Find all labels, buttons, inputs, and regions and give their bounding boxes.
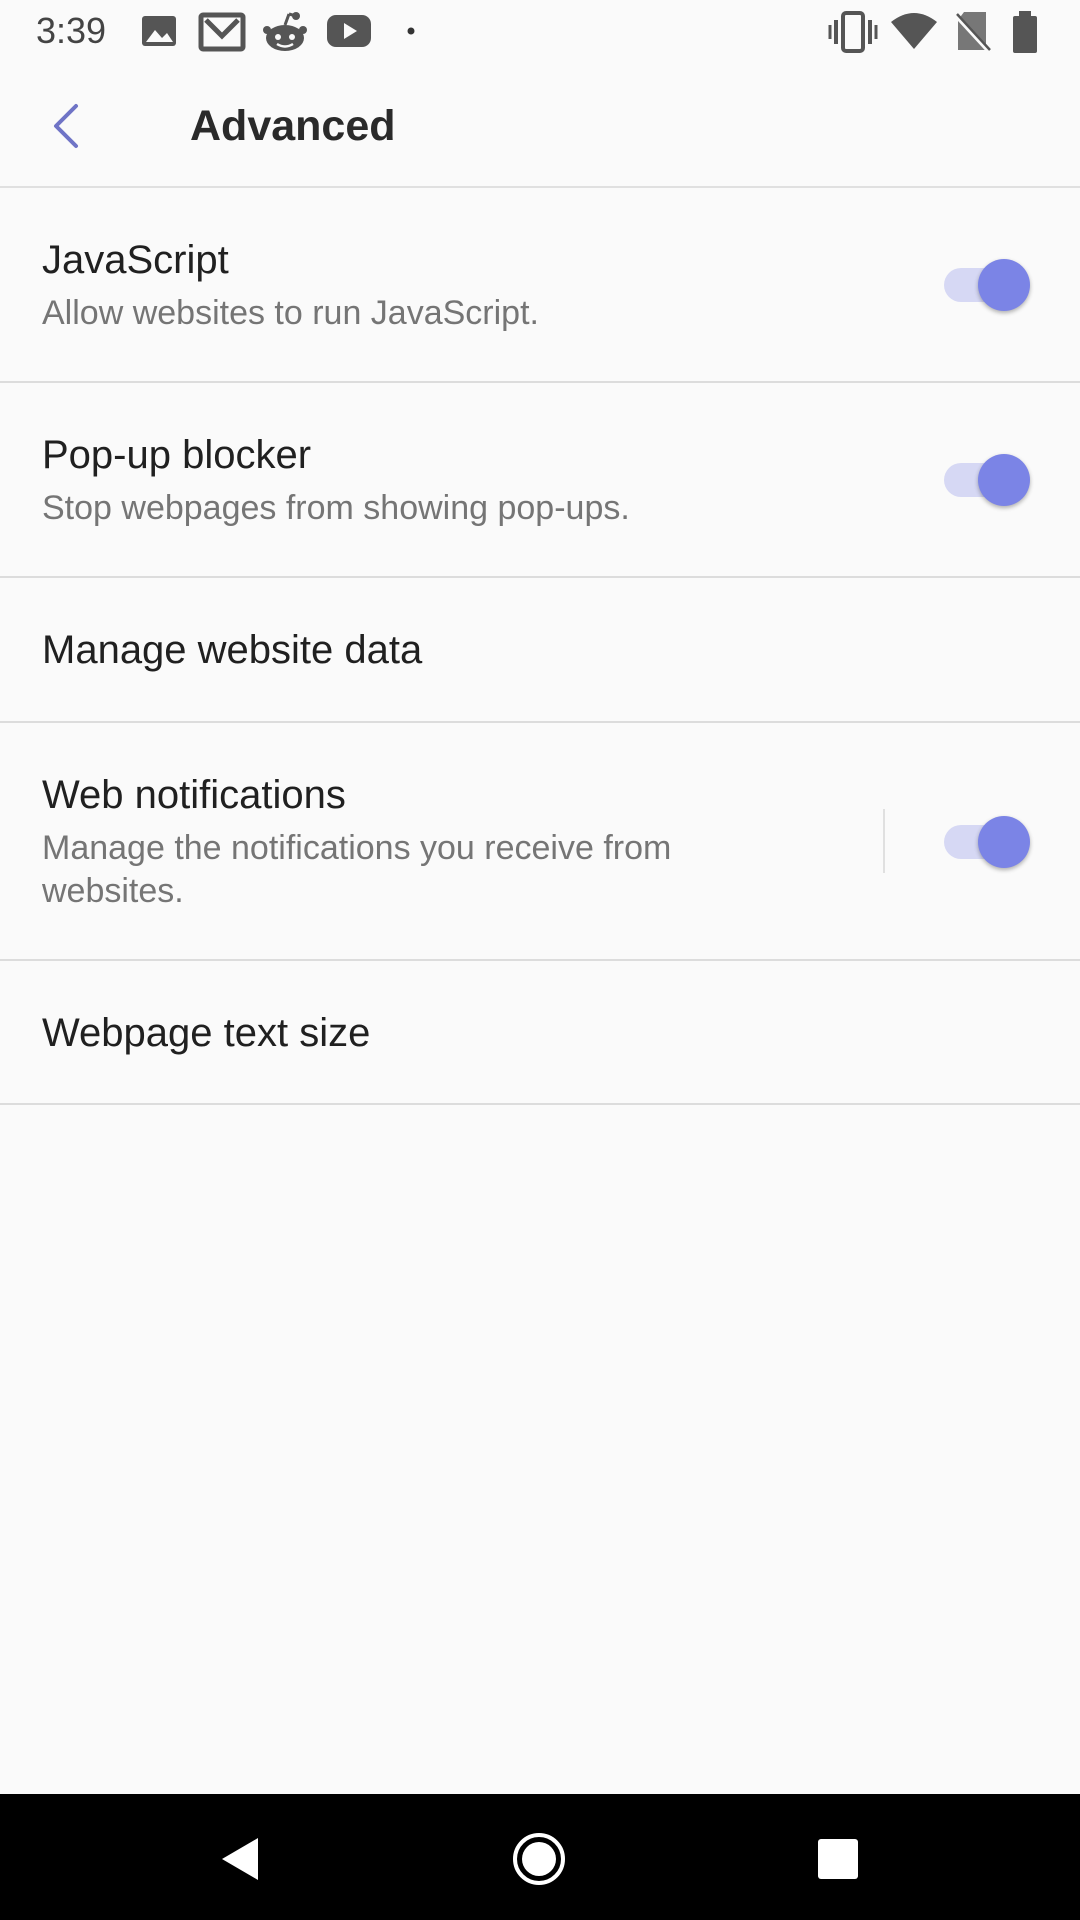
setting-javascript[interactable]: JavaScript Allow websites to run JavaScr… <box>0 188 1080 383</box>
status-time: 3:39 <box>36 10 107 51</box>
setting-subtitle-line1: Manage the notifications you receive fro… <box>42 829 672 867</box>
toggle-thumb <box>978 454 1030 506</box>
web-notifications-toggle[interactable] <box>944 811 1030 871</box>
nav-home-button[interactable] <box>504 1824 574 1894</box>
image-icon <box>142 16 176 46</box>
setting-subtitle: Stop webpages from showing pop-ups. <box>42 489 630 527</box>
setting-title: Webpage text size <box>42 1011 371 1055</box>
setting-webpage-text-size[interactable]: Webpage text size <box>0 961 1080 1105</box>
nav-back-button[interactable] <box>206 1824 276 1894</box>
battery-icon <box>1013 11 1037 53</box>
setting-subtitle-line2: websites. <box>42 872 184 910</box>
javascript-toggle[interactable] <box>944 254 1030 314</box>
settings-list: JavaScript Allow websites to run JavaScr… <box>0 188 1080 1105</box>
nav-home-icon <box>513 1833 565 1885</box>
page-title: Advanced <box>190 102 396 150</box>
setting-web-notifications[interactable]: Web notifications Manage the notificatio… <box>0 723 1080 961</box>
setting-title: JavaScript <box>42 238 229 282</box>
back-button[interactable] <box>30 90 102 162</box>
back-arrow-icon <box>54 104 78 148</box>
dot-icon <box>407 27 415 35</box>
toggle-thumb <box>978 259 1030 311</box>
nav-back-icon <box>222 1838 258 1880</box>
setting-manage-website-data[interactable]: Manage website data <box>0 578 1080 723</box>
nav-recents-button[interactable] <box>803 1824 873 1894</box>
nav-recents-icon <box>818 1839 858 1879</box>
youtube-icon <box>327 15 371 47</box>
vibrate-icon <box>828 11 878 53</box>
status-bar: 3:39 <box>0 0 1080 66</box>
setting-title: Manage website data <box>42 628 423 672</box>
toggle-divider <box>883 809 885 873</box>
navigation-bar <box>0 1794 1080 1920</box>
setting-popup-blocker[interactable]: Pop-up blocker Stop webpages from showin… <box>0 383 1080 578</box>
setting-title: Web notifications <box>42 773 346 817</box>
no-sim-icon <box>954 12 992 54</box>
reddit-icon <box>263 12 307 51</box>
setting-title: Pop-up blocker <box>42 433 312 477</box>
gmail-icon <box>198 12 246 52</box>
wifi-icon <box>891 13 937 49</box>
toggle-thumb <box>978 816 1030 868</box>
app-bar: Advanced <box>0 66 1080 188</box>
popup-blocker-toggle[interactable] <box>944 449 1030 509</box>
setting-subtitle: Allow websites to run JavaScript. <box>42 294 539 332</box>
